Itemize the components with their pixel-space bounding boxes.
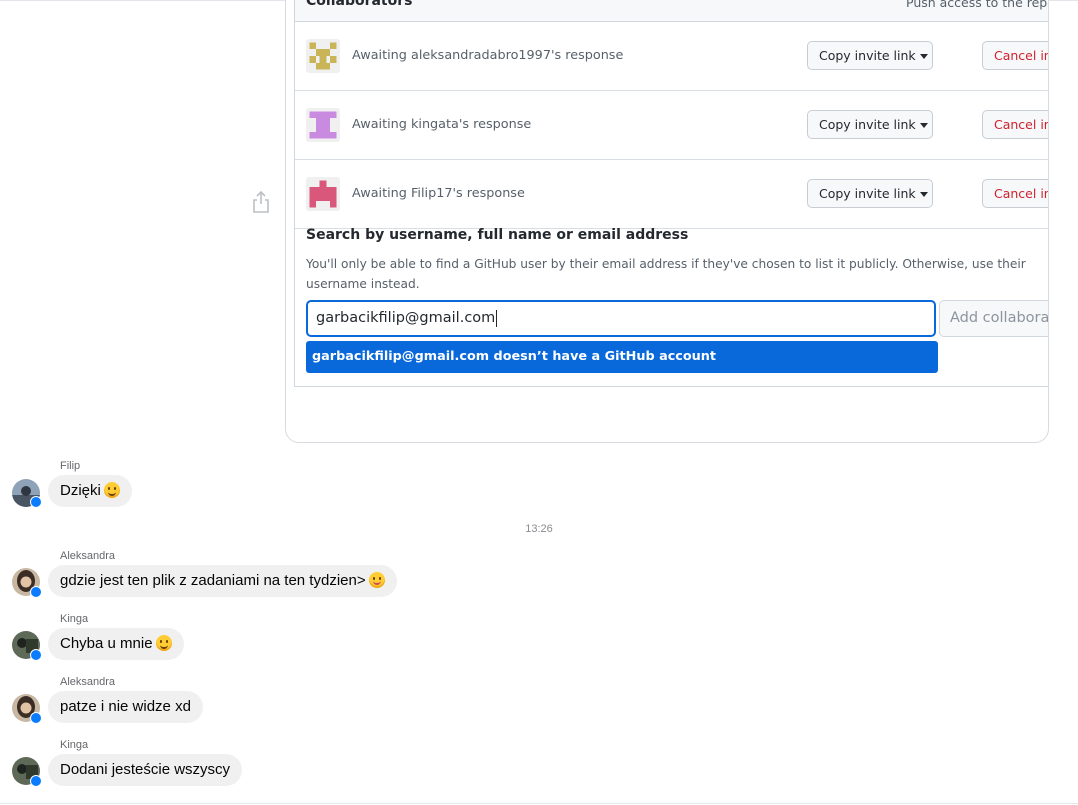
messenger-badge-icon [30,649,42,661]
messenger-badge-icon [30,586,42,598]
message-bubble[interactable]: patze i nie widze xd [48,691,203,723]
pending-invite-text: Awaiting Filip17's response [352,186,525,201]
search-title: Search by username, full name or email a… [306,227,689,243]
timestamp: 13:26 [525,523,553,535]
caret-down-icon [919,192,928,197]
search-suggestion[interactable]: garbacikfilip@gmail.com doesn’t have a G… [306,341,938,373]
sender-name: Kinga [60,739,89,751]
pending-invite-row: Awaiting aleksandradabro1997's response … [295,22,1048,91]
collaborator-search-input[interactable]: garbacikfilip@gmail.com [306,300,936,337]
cancel-invite-button[interactable]: Cancel invite [982,179,1048,208]
text-cursor [496,309,498,327]
identicon-avatar [306,108,340,142]
caret-down-icon [919,123,928,128]
collaborators-header: Collaborators Push access to the repo [295,0,1049,22]
cancel-invite-button[interactable]: Cancel invite [982,110,1048,139]
sender-name: Aleksandra [60,550,116,562]
grinning-face-icon [155,635,172,651]
identicon-avatar [306,177,340,211]
sender-name: Filip [60,460,81,472]
caret-down-icon [919,54,928,59]
messenger-badge-icon [30,496,42,508]
add-collaborator-button[interactable]: Add collaborator [939,300,1048,337]
message-bubble[interactable]: Dodani jesteście wszyscy [48,754,243,786]
cancel-invite-button[interactable]: Cancel invite [982,41,1048,70]
copy-invite-link-button[interactable]: Copy invite link [807,179,933,208]
github-collaborators-panel: Collaborators Push access to the repo Aw… [294,0,1049,387]
messenger-badge-icon [30,712,42,724]
winking-face-with-tongue-icon [368,572,385,588]
copy-invite-link-button[interactable]: Copy invite link [807,41,933,70]
slightly-smiling-face-icon [103,482,120,498]
identicon-avatar [306,39,340,73]
bottom-divider [0,803,1078,804]
search-help-text: You'll only be able to find a GitHub use… [306,257,1026,291]
shared-screenshot[interactable]: Collaborators Push access to the repo Aw… [285,0,1049,443]
sender-name: Aleksandra [60,676,116,688]
pending-invite-text: Awaiting aleksandradabro1997's response [352,48,624,63]
push-access-label: Push access to the repo [906,0,1049,10]
messenger-badge-icon [30,775,42,787]
message-bubble[interactable]: Dzięki [48,475,132,507]
pending-invite-row: Awaiting kingata's response Copy invite … [295,91,1048,160]
message-bubble[interactable]: Chyba u mnie [48,628,184,660]
pending-invite-row: Awaiting Filip17's response Copy invite … [295,160,1048,229]
message-bubble[interactable]: gdzie jest ten plik z zadaniami na ten t… [48,565,397,597]
pending-invite-text: Awaiting kingata's response [352,117,532,132]
sender-name: Kinga [60,613,89,625]
share-icon[interactable] [251,190,271,214]
collaborators-title: Collaborators [306,0,413,9]
copy-invite-link-button[interactable]: Copy invite link [807,110,933,139]
